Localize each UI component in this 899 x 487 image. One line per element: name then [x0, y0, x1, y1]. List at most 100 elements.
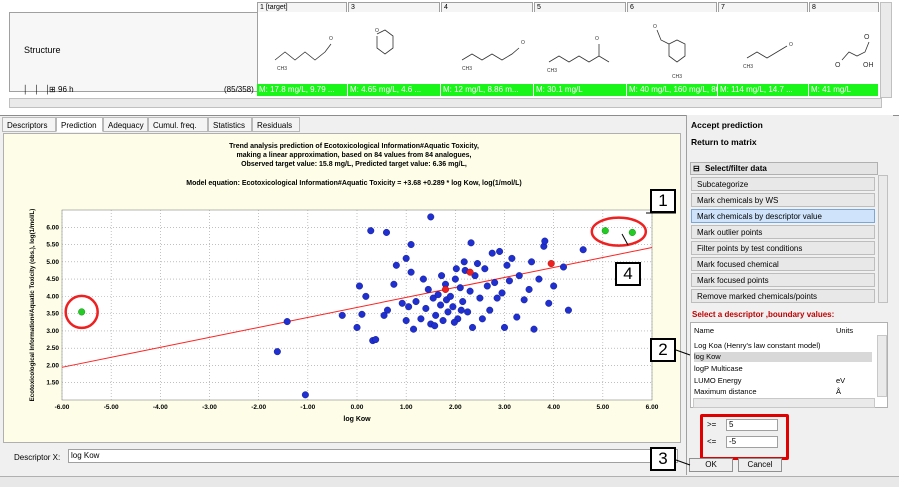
column-header[interactable]: 8 [809, 2, 879, 12]
analogue-point [439, 317, 447, 325]
matrix-value-cell[interactable]: M: 12 mg/L, 8.86 m... [441, 84, 534, 96]
structure-row-header: Structure [9, 12, 258, 92]
analogue-point [372, 336, 380, 344]
x-tick-label: 4.00 [547, 404, 560, 411]
matrix-value-cell[interactable]: M: 41 mg/L [809, 84, 879, 96]
column-header[interactable]: 1 [target] [257, 2, 347, 12]
callout-3: 3 [650, 447, 676, 471]
y-tick-label: 2.50 [46, 345, 59, 352]
analogue-point [444, 308, 452, 316]
tab-prediction[interactable]: Prediction [56, 117, 103, 132]
analogue-point [491, 279, 499, 287]
ok-button[interactable]: OK [689, 458, 733, 472]
callout-4: 4 [615, 262, 641, 286]
time-label: 96 h [58, 85, 74, 94]
analogue-point [449, 303, 457, 311]
tab-adequacy[interactable]: Adequacy [103, 117, 148, 132]
accept-prediction-button[interactable]: Accept prediction [691, 120, 763, 130]
matrix-value-cell[interactable]: M: 114 mg/L, 14.7 ... [718, 84, 809, 96]
tab-descriptors[interactable]: Descriptors [2, 117, 56, 132]
table-row[interactable]: Log Koa (Henry's law constant model) [694, 341, 872, 351]
analogue-point [398, 299, 406, 307]
tab-residuals[interactable]: Residuals [252, 117, 300, 132]
table-row[interactable]: logP Multicase [694, 364, 872, 374]
x-tick-label: 0.00 [351, 404, 364, 411]
table-row[interactable]: log Kow [694, 352, 872, 362]
analogue-point [501, 323, 509, 331]
analogue-point [525, 285, 533, 293]
analogue-point [431, 322, 439, 330]
matrix-value-cell[interactable]: M: 17.8 mg/L, 9.79 ... [257, 84, 348, 96]
matrix-value-cell[interactable]: M: 4.65 mg/L, 4.6 ... [348, 84, 441, 96]
molecule-3-drawing [376, 29, 394, 55]
atom-label: O [653, 24, 657, 30]
matrix-vertical-scrollbar[interactable] [880, 2, 892, 98]
descriptor-x-field[interactable]: log Kow [68, 449, 678, 463]
expand-icon[interactable]: ⊞ [49, 84, 56, 96]
filter-item-test-conditions[interactable]: Filter points by test conditions [691, 241, 875, 255]
atom-label: O [329, 36, 333, 42]
atom-label: O [595, 36, 599, 42]
table-row[interactable]: LUMO Energy eV [694, 376, 872, 386]
analogue-point [438, 272, 446, 280]
endpoint-row-header[interactable]: │ │ │ ⊞ 96 h (85/358) [9, 84, 256, 96]
filter-item-mark-outliers[interactable]: Mark outlier points [691, 225, 875, 239]
analogue-point [508, 254, 516, 262]
column-header[interactable]: 3 [348, 2, 440, 12]
filter-item-mark-focused-chemical[interactable]: Mark focused chemical [691, 257, 875, 271]
atom-label: CH3 [462, 66, 472, 72]
atom-label: O [375, 28, 379, 34]
descriptor-table[interactable]: Name Units Log Koa (Henry's law constant… [690, 322, 888, 408]
molecule-6-drawing [656, 29, 686, 63]
descriptor-units: Å [836, 387, 842, 396]
analogue-point [410, 325, 418, 333]
analogue-point [427, 213, 435, 221]
collapse-icon[interactable]: ⊟ [693, 163, 700, 175]
analogue-point [283, 318, 291, 326]
analogue-point [390, 280, 398, 288]
analogue-point [486, 306, 494, 314]
filter-item-mark-by-descriptor[interactable]: Mark chemicals by descriptor value [691, 209, 875, 223]
filter-item-mark-by-ws[interactable]: Mark chemicals by WS [691, 193, 875, 207]
marked-point [78, 308, 86, 316]
trend-chart[interactable]: Trend analysis prediction of Ecotoxicolo… [4, 134, 680, 442]
filter-section-header[interactable]: ⊟ Select/filter data [690, 162, 878, 175]
column-header[interactable]: 7 [718, 2, 808, 12]
matrix-value-cell[interactable]: M: 30.1 mg/L [534, 84, 627, 96]
analogue-point [457, 306, 465, 314]
matrix-horizontal-scrollbar[interactable] [9, 98, 882, 108]
analogue-point [392, 261, 400, 269]
table-row[interactable]: Maximum distance Å [694, 387, 872, 397]
column-header[interactable]: 6 [627, 2, 717, 12]
analogue-point [419, 275, 427, 283]
table-horizontal-scrollbar[interactable] [693, 398, 875, 408]
filter-item-subcategorize[interactable]: Subcategorize [691, 177, 875, 191]
x-tick-label: 6.00 [646, 404, 659, 411]
y-tick-label: 1.50 [46, 380, 59, 387]
table-vertical-scrollbar[interactable] [877, 335, 887, 397]
column-header[interactable]: 4 [441, 2, 533, 12]
tab-statistics[interactable]: Statistics [208, 117, 252, 132]
analogue-point [355, 282, 363, 290]
chart-title-line: Trend analysis prediction of Ecotoxicolo… [229, 143, 479, 150]
x-tick-label: -1.00 [300, 404, 315, 411]
filter-section-title: Select/filter data [705, 164, 767, 173]
analogue-point [434, 291, 442, 299]
filter-scrollbar[interactable] [878, 175, 888, 303]
analogue-point [473, 260, 481, 268]
analogue-point [466, 287, 474, 295]
analogue-point [407, 268, 415, 276]
analogue-point [530, 325, 538, 333]
analogue-point [380, 311, 388, 319]
cancel-button[interactable]: Cancel [738, 458, 782, 472]
x-tick-label: -6.00 [55, 404, 70, 411]
result-tabs: Descriptors Prediction Adequacy Cumul. f… [0, 117, 685, 133]
matrix-value-cell[interactable]: M: 40 mg/L, 160 mg/L, 80 ... [627, 84, 718, 96]
column-header[interactable]: 5 [534, 2, 626, 12]
tab-cumul-freq[interactable]: Cumul. freq. [148, 117, 208, 132]
filter-item-mark-focused-points[interactable]: Mark focused points [691, 273, 875, 287]
marked-point [601, 227, 609, 235]
structure-label: Structure [24, 45, 61, 55]
filter-item-remove-marked[interactable]: Remove marked chemicals/points [691, 289, 875, 303]
return-to-matrix-button[interactable]: Return to matrix [691, 137, 757, 147]
